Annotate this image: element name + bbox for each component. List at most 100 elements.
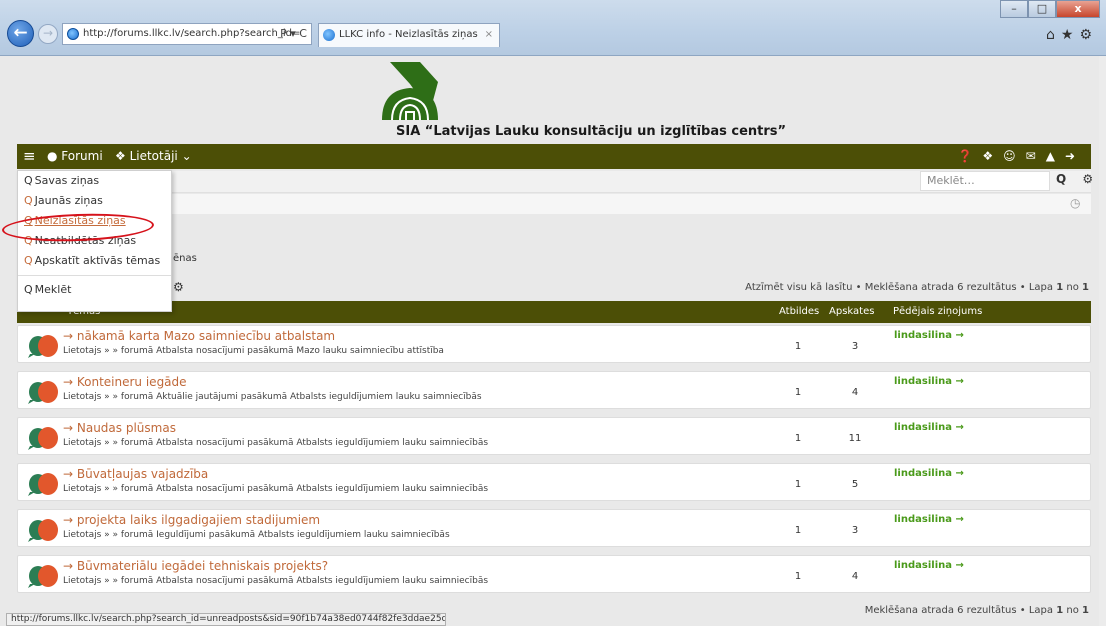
menu-item-label: Savas ziņas <box>34 174 100 187</box>
nav-forums[interactable]: ● Forumi <box>47 144 103 169</box>
topic-title-link[interactable]: → Naudas plūsmas <box>63 421 176 435</box>
llkc-logo <box>382 62 438 121</box>
results-table-header: Tēmas Atbildes Apskates Pēdējais ziņojum… <box>17 301 1091 323</box>
hamburger-icon[interactable]: ≡ <box>23 144 36 169</box>
table-row: → nākamā karta Mazo saimniecību atbalsta… <box>17 325 1091 363</box>
topic-bubbles-icon <box>28 381 58 404</box>
main-navbar: ≡ ● Forumi ❖ Lietotāji ⌄ ❓❖☺✉▲➜ <box>17 144 1091 169</box>
browser-titlebar: ← → http://forums.llkc.lv/search.php?sea… <box>0 0 1106 56</box>
nav-users[interactable]: ❖ Lietotāji ⌄ <box>115 144 192 169</box>
topic-title-link[interactable]: → nākamā karta Mazo saimniecību atbalsta… <box>63 329 335 343</box>
page-current: 1 <box>1056 605 1064 616</box>
forward-button[interactable]: → <box>38 24 58 44</box>
topic-views: 3 <box>851 341 859 352</box>
topic-title-link[interactable]: → projekta laiks ilggadigajiem stadijumi… <box>63 513 320 527</box>
tools-gear-icon[interactable]: ⚙ <box>173 280 184 294</box>
topic-bubbles-icon <box>28 335 58 358</box>
pagination-text: Meklēšana atrada 6 rezultātus • Lapa <box>864 605 1054 616</box>
menu-item-active-topics[interactable]: Q Apskatīt aktīvās tēmas <box>18 251 171 271</box>
topic-views: 11 <box>848 433 862 444</box>
menu-item-own-posts[interactable]: Q Savas ziņas <box>18 171 171 191</box>
search-icon: Q <box>24 174 33 187</box>
vertical-scrollbar[interactable] <box>1099 56 1106 626</box>
topic-replies: 1 <box>794 571 802 582</box>
topic-views: 4 <box>851 387 859 398</box>
col-replies: Atbildes <box>779 306 820 317</box>
topic-meta: Lietotajs » » forumā Atbalsta nosacījumi… <box>63 438 489 448</box>
table-row: → projekta laiks ilggadigajiem stadijumi… <box>17 509 1091 547</box>
table-row: → Būvmateriālu iegādei tehniskais projek… <box>17 555 1091 593</box>
browser-tab[interactable]: LLKC info - Neizlasītās ziņas × <box>318 23 500 47</box>
topic-bubbles-icon <box>28 565 58 588</box>
browser-status-bar: http://forums.llkc.lv/search.php?search_… <box>6 613 446 626</box>
topic-replies: 1 <box>794 433 802 444</box>
address-text: http://forums.llkc.lv/search.php?search_… <box>83 28 301 39</box>
browser-toolbar-icons[interactable]: ⌂★⚙ <box>1046 27 1098 43</box>
back-button[interactable]: ← <box>7 20 34 47</box>
last-post-user[interactable]: lindasilina → <box>894 376 964 387</box>
menu-item-label: Apskatīt aktīvās tēmas <box>34 254 161 267</box>
topic-title-link[interactable]: → Būvatļaujas vajadzība <box>63 467 208 481</box>
topic-views: 5 <box>851 479 859 490</box>
pagination-top: Atzīmēt visu kā lasītu • Meklēšana atrad… <box>745 282 1089 293</box>
col-views: Apskates <box>829 306 875 317</box>
maximize-button[interactable]: □ <box>1028 0 1056 18</box>
search-icon: Q <box>24 254 33 267</box>
last-post-user[interactable]: lindasilina → <box>894 422 964 433</box>
info-bar <box>17 194 1091 214</box>
topic-bubbles-icon <box>28 519 58 542</box>
topic-replies: 1 <box>794 479 802 490</box>
last-post-user[interactable]: lindasilina → <box>894 514 964 525</box>
window-controls: – □ x <box>1000 0 1100 20</box>
table-row: → Būvatļaujas vajadzība Lietotajs » » fo… <box>17 463 1091 501</box>
col-last-post: Pēdējais ziņojums <box>893 306 983 317</box>
last-post-user[interactable]: lindasilina → <box>894 560 964 571</box>
site-title: SIA “Latvijas Lauku konsultāciju un izgl… <box>396 124 787 139</box>
topic-views: 4 <box>851 571 859 582</box>
forum-dropdown-menu: Q Savas ziņas Q Jaunās ziņas Q Neizlasītās … <box>17 170 172 312</box>
search-input[interactable]: Meklēt… <box>920 171 1050 191</box>
table-row: → Naudas plūsmas Lietotajs » » forumā At… <box>17 417 1091 455</box>
topic-replies: 1 <box>794 387 802 398</box>
menu-item-label: Meklēt <box>34 283 72 296</box>
topic-meta: Lietotajs » » forumā Atbalsta nosacījumi… <box>63 484 489 494</box>
minimize-button[interactable]: – <box>1000 0 1028 18</box>
address-controls[interactable]: Ρ ▾ C <box>280 24 307 44</box>
close-window-button[interactable]: x <box>1056 0 1100 18</box>
topic-title-link[interactable]: → Būvmateriālu iegādei tehniskais projek… <box>63 559 328 573</box>
tab-favicon-icon <box>323 29 335 41</box>
tab-title: LLKC info - Neizlasītās ziņas <box>339 29 478 40</box>
page-current: 1 <box>1056 282 1064 293</box>
menu-divider <box>18 275 171 276</box>
topic-meta: Lietotajs » » forumā Ieguldījumi pasākum… <box>63 530 450 540</box>
menu-item-new-posts[interactable]: Q Jaunās ziņas <box>18 191 171 211</box>
topic-bubbles-icon <box>28 473 58 496</box>
address-bar[interactable]: http://forums.llkc.lv/search.php?search_… <box>62 23 312 45</box>
menu-item-search[interactable]: Q Meklēt <box>18 280 171 300</box>
breadcrumb-fragment: ēnas <box>173 253 197 264</box>
ie-favicon-icon <box>67 28 79 40</box>
tab-close-icon[interactable]: × <box>485 24 493 46</box>
pagination-text: Atzīmēt visu kā lasītu • Meklēšana atrad… <box>745 282 1054 293</box>
menu-item-label: Jaunās ziņas <box>34 194 103 207</box>
nav-right-icons[interactable]: ❓❖☺✉▲➜ <box>957 144 1085 169</box>
page-of: no <box>1066 605 1079 616</box>
topic-title-link[interactable]: → Konteineru iegāde <box>63 375 187 389</box>
page-total: 1 <box>1082 605 1089 616</box>
page-of: no <box>1066 282 1079 293</box>
topic-replies: 1 <box>794 341 802 352</box>
topic-meta: Lietotajs » » forumā Atbalsta nosacījumi… <box>63 346 444 356</box>
last-post-user[interactable]: lindasilina → <box>894 468 964 479</box>
last-post-user[interactable]: lindasilina → <box>894 330 964 341</box>
topic-meta: Lietotajs » » forumā Atbalsta nosacījumi… <box>63 576 489 586</box>
topic-meta: Lietotajs » » forumā Aktuālie jautājumi … <box>63 392 482 402</box>
search-icons[interactable]: Q ⚙ <box>1056 172 1099 186</box>
topic-bubbles-icon <box>28 427 58 450</box>
page-total: 1 <box>1082 282 1089 293</box>
search-icon: Q <box>24 194 33 207</box>
table-row: → Konteineru iegāde Lietotajs » » forumā… <box>17 371 1091 409</box>
search-icon: Q <box>24 283 33 296</box>
topic-views: 3 <box>851 525 859 536</box>
topic-replies: 1 <box>794 525 802 536</box>
pagination-bottom: Meklēšana atrada 6 rezultātus • Lapa 1 n… <box>865 605 1089 616</box>
